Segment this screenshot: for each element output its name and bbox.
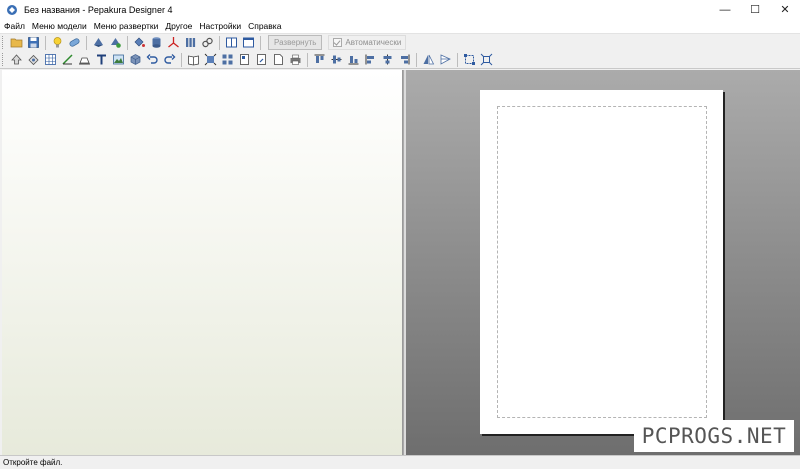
text-icon[interactable] <box>93 52 110 67</box>
close-button[interactable]: ✕ <box>770 0 800 19</box>
toolbar-grip[interactable] <box>2 36 5 49</box>
rotate-model-icon[interactable] <box>90 35 107 50</box>
document-icon[interactable] <box>270 52 287 67</box>
page-icon[interactable] <box>236 52 253 67</box>
light-bulb-icon[interactable] <box>49 35 66 50</box>
align-left-icon[interactable] <box>362 52 379 67</box>
status-bar: Откройте файл. <box>0 455 800 469</box>
book-icon[interactable] <box>185 52 202 67</box>
image-icon[interactable] <box>110 52 127 67</box>
fit-icon[interactable] <box>202 52 219 67</box>
toolbar-separator <box>181 52 182 67</box>
pepakura-app-icon <box>7 4 17 15</box>
undo-icon[interactable] <box>144 52 161 67</box>
align-top-icon[interactable] <box>311 52 328 67</box>
align-bottom-icon[interactable] <box>345 52 362 67</box>
page-move-icon[interactable] <box>253 52 270 67</box>
toolbar-separator <box>260 35 261 50</box>
cylinder-icon[interactable] <box>148 35 165 50</box>
split-view-icon[interactable] <box>223 35 240 50</box>
paper-page <box>480 90 723 434</box>
link-icon[interactable] <box>199 35 216 50</box>
title-bar: Без названия - Pepakura Designer 4 — ☐ ✕ <box>0 0 800 19</box>
open-icon[interactable] <box>8 35 25 50</box>
menu-bar: Файл Меню модели Меню развертки Другое Н… <box>0 19 800 33</box>
print-margin <box>497 106 707 418</box>
align-center-icon[interactable] <box>379 52 396 67</box>
secondary-toolbar <box>0 51 800 69</box>
window-title: Без названия - Pepakura Designer 4 <box>24 4 173 15</box>
main-toolbar: Развернуть Автоматически <box>0 33 800 51</box>
print-icon[interactable] <box>287 52 304 67</box>
menu-settings[interactable]: Настройки <box>195 21 244 31</box>
maximize-button[interactable]: ☐ <box>740 0 770 19</box>
watermark: PCPROGS.NET <box>634 420 794 452</box>
arrange-icon[interactable] <box>219 52 236 67</box>
toolbar-grip[interactable] <box>2 53 5 66</box>
menu-unfold[interactable]: Меню развертки <box>90 21 162 31</box>
rotate-model-alt-icon[interactable] <box>107 35 124 50</box>
mirror-icon[interactable] <box>420 52 437 67</box>
paint-bucket-icon[interactable] <box>131 35 148 50</box>
align-middle-icon[interactable] <box>328 52 345 67</box>
capsule-icon[interactable] <box>66 35 83 50</box>
cube-icon[interactable] <box>127 52 144 67</box>
reflect-icon[interactable] <box>437 52 454 67</box>
toolbar-separator <box>457 52 458 67</box>
flap-icon[interactable] <box>76 52 93 67</box>
single-view-icon[interactable] <box>240 35 257 50</box>
save-icon[interactable] <box>25 35 42 50</box>
minimize-button[interactable]: — <box>710 0 740 19</box>
edge-icon[interactable] <box>59 52 76 67</box>
auto-checkbox[interactable]: Автоматически <box>328 35 407 50</box>
frame-expand-icon[interactable] <box>478 52 495 67</box>
menu-model[interactable]: Меню модели <box>28 21 90 31</box>
status-text: Откройте файл. <box>3 458 63 467</box>
toolbar-separator <box>307 52 308 67</box>
rotate-icon[interactable] <box>25 52 42 67</box>
2d-view-pane[interactable] <box>406 70 800 455</box>
toolbar-separator <box>219 35 220 50</box>
toolbar-separator <box>416 52 417 67</box>
redo-icon[interactable] <box>161 52 178 67</box>
menu-other[interactable]: Другое <box>161 21 195 31</box>
3d-view-pane[interactable] <box>2 70 403 455</box>
auto-checkbox-label: Автоматически <box>345 38 402 47</box>
menu-help[interactable]: Справка <box>244 21 284 31</box>
frame-select-icon[interactable] <box>461 52 478 67</box>
align-right-icon[interactable] <box>396 52 413 67</box>
unfold-button[interactable]: Развернуть <box>268 35 323 50</box>
grid-icon[interactable] <box>42 52 59 67</box>
columns-icon[interactable] <box>182 35 199 50</box>
select-icon[interactable] <box>8 52 25 67</box>
toolbar-separator <box>127 35 128 50</box>
toolbar-separator <box>45 35 46 50</box>
menu-file[interactable]: Файл <box>0 21 28 31</box>
window-controls: — ☐ ✕ <box>710 0 800 19</box>
toolbar-separator <box>86 35 87 50</box>
axis-icon[interactable] <box>165 35 182 50</box>
checkbox-icon <box>333 38 343 47</box>
